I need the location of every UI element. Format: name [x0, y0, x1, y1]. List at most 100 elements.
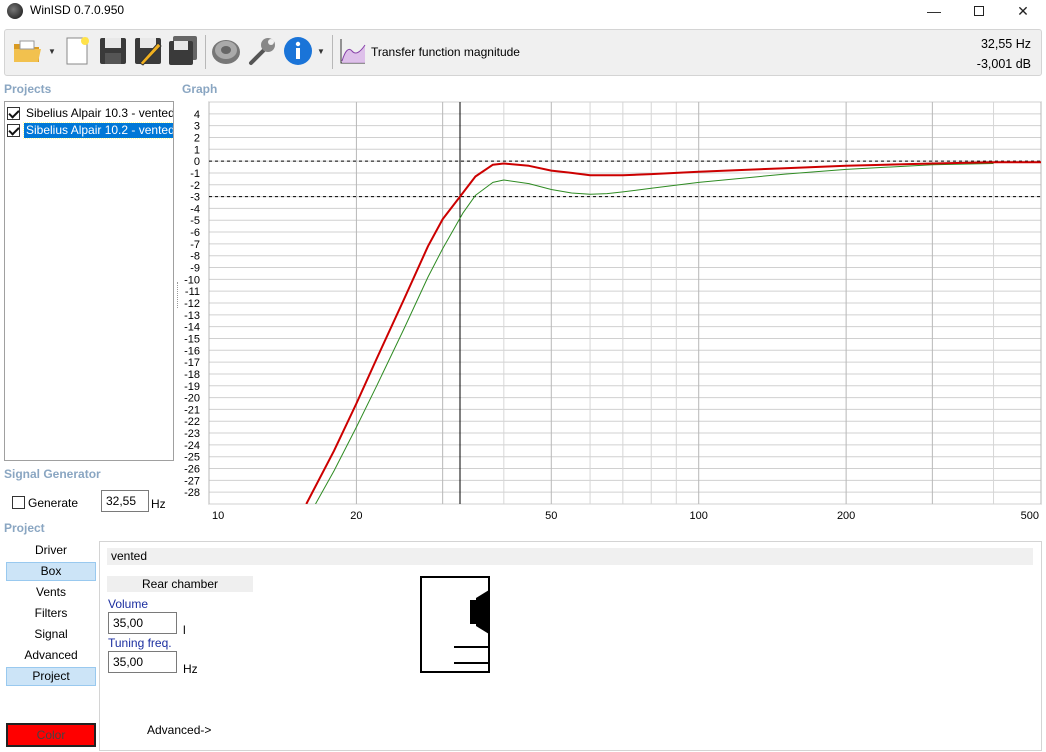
- y-tick-label: -5: [190, 215, 200, 227]
- volume-label: Volume: [108, 597, 149, 611]
- y-tick-label: -28: [184, 487, 200, 499]
- box-type-header: vented: [107, 548, 1033, 565]
- y-tick-label: -12: [184, 298, 200, 310]
- y-tick-label: -18: [184, 369, 200, 381]
- toolbar-separator: [332, 35, 333, 69]
- driver-editor-button[interactable]: [209, 34, 243, 68]
- x-tick-label: 10: [212, 510, 224, 520]
- generator-frequency-input[interactable]: [101, 490, 149, 512]
- graph-type-label[interactable]: Transfer function magnitude: [371, 45, 520, 59]
- open-project-button[interactable]: [10, 34, 44, 68]
- tuning-freq-unit: Hz: [183, 662, 198, 676]
- y-tick-label: 1: [194, 144, 200, 156]
- x-tick-label: 200: [837, 510, 855, 520]
- y-tick-label: -11: [185, 286, 200, 298]
- options-button[interactable]: [245, 34, 279, 68]
- project-checkbox[interactable]: [7, 124, 20, 137]
- window-title: WinISD 0.7.0.950: [30, 3, 125, 17]
- y-tick-label: -2: [190, 180, 200, 192]
- cursor-frequency-readout: 32,55 Hz: [980, 37, 1031, 51]
- about-dropdown-arrow[interactable]: ▼: [317, 47, 325, 56]
- projects-list[interactable]: Sibelius Alpair 10.3 - vented Sibelius A…: [4, 101, 174, 461]
- app-icon: [7, 3, 23, 19]
- y-tick-label: -14: [184, 322, 200, 334]
- y-tick-label: -17: [184, 357, 200, 369]
- tuning-freq-input[interactable]: [108, 651, 177, 673]
- generate-checkbox[interactable]: [12, 496, 25, 509]
- generator-frequency-unit: Hz: [151, 497, 166, 511]
- y-tick-label: 4: [194, 109, 200, 121]
- y-tick-label: -13: [184, 310, 200, 322]
- minimize-button[interactable]: —: [911, 0, 957, 22]
- y-tick-label: -4: [190, 203, 200, 215]
- new-project-button[interactable]: [60, 34, 94, 68]
- project-label[interactable]: Sibelius Alpair 10.2 - vented: [23, 122, 173, 139]
- nav-vents[interactable]: Vents: [6, 583, 96, 602]
- y-tick-label: -6: [190, 227, 200, 239]
- save-all-icon: [169, 36, 197, 65]
- minimize-icon: —: [927, 3, 941, 19]
- y-tick-label: -10: [184, 274, 200, 286]
- x-tick-label: 50: [545, 510, 557, 520]
- maximize-icon: [974, 6, 984, 16]
- color-button[interactable]: Color: [6, 723, 96, 747]
- generate-label[interactable]: Generate: [28, 496, 78, 510]
- y-tick-label: -21: [184, 404, 200, 416]
- close-button[interactable]: ✕: [1000, 0, 1046, 22]
- graph-type-button[interactable]: [338, 36, 368, 66]
- new-document-icon: [66, 37, 89, 65]
- y-tick-label: -1: [190, 168, 200, 180]
- save-button[interactable]: [96, 34, 130, 68]
- y-tick-label: -3: [190, 192, 200, 204]
- toolbar-separator: [205, 35, 206, 69]
- nav-advanced[interactable]: Advanced: [6, 646, 96, 665]
- box-diagram: [420, 576, 490, 673]
- info-icon: [284, 37, 312, 65]
- y-tick-label: 2: [194, 132, 200, 144]
- graph-icon: [340, 39, 366, 64]
- title-bar: [0, 0, 1046, 22]
- project-checkbox[interactable]: [7, 107, 20, 120]
- rear-chamber-header: Rear chamber: [107, 576, 253, 592]
- nav-box[interactable]: Box: [6, 562, 96, 581]
- save-icon: [100, 38, 126, 64]
- save-all-button[interactable]: [166, 34, 200, 68]
- close-icon: ✕: [1017, 2, 1029, 19]
- x-tick-label: 20: [350, 510, 362, 520]
- open-dropdown-arrow[interactable]: ▼: [48, 47, 56, 56]
- y-tick-label: -19: [184, 381, 200, 393]
- advanced-link[interactable]: Advanced->: [147, 723, 211, 737]
- y-tick-label: -7: [190, 239, 200, 251]
- y-tick-label: -27: [184, 475, 200, 487]
- maximize-button[interactable]: [956, 0, 1002, 22]
- nav-driver[interactable]: Driver: [6, 541, 96, 560]
- y-tick-label: -20: [184, 393, 200, 405]
- cursor-level-readout: -3,001 dB: [976, 57, 1031, 71]
- list-item[interactable]: Sibelius Alpair 10.3 - vented: [7, 105, 173, 122]
- save-as-button[interactable]: [131, 34, 165, 68]
- y-tick-label: -22: [184, 416, 200, 428]
- project-label[interactable]: Sibelius Alpair 10.3 - vented: [24, 106, 173, 121]
- volume-input[interactable]: [108, 612, 177, 634]
- y-tick-label: -24: [184, 440, 200, 452]
- tuning-freq-label: Tuning freq.: [108, 636, 172, 650]
- nav-project[interactable]: Project: [6, 667, 96, 686]
- transfer-function-chart[interactable]: 43210-1-2-3-4-5-6-7-8-9-10-11-12-13-14-1…: [177, 96, 1043, 520]
- y-tick-label: -16: [184, 345, 200, 357]
- signal-generator-header: Signal Generator: [4, 467, 101, 481]
- graph-header: Graph: [182, 82, 218, 96]
- y-tick-label: -15: [184, 333, 200, 345]
- nav-signal[interactable]: Signal: [6, 625, 96, 644]
- wrench-icon: [249, 38, 275, 65]
- about-button[interactable]: [281, 34, 315, 68]
- y-tick-label: -25: [184, 452, 200, 464]
- project-header: Project: [4, 521, 45, 535]
- open-folder-icon: [14, 40, 41, 62]
- list-item[interactable]: Sibelius Alpair 10.2 - vented: [7, 122, 173, 139]
- nav-filters[interactable]: Filters: [6, 604, 96, 623]
- y-tick-label: -23: [184, 428, 200, 440]
- speaker-driver-icon: [212, 40, 240, 64]
- y-tick-label: 3: [194, 121, 200, 133]
- box-panel: [99, 541, 1042, 751]
- y-tick-label: -9: [190, 263, 200, 275]
